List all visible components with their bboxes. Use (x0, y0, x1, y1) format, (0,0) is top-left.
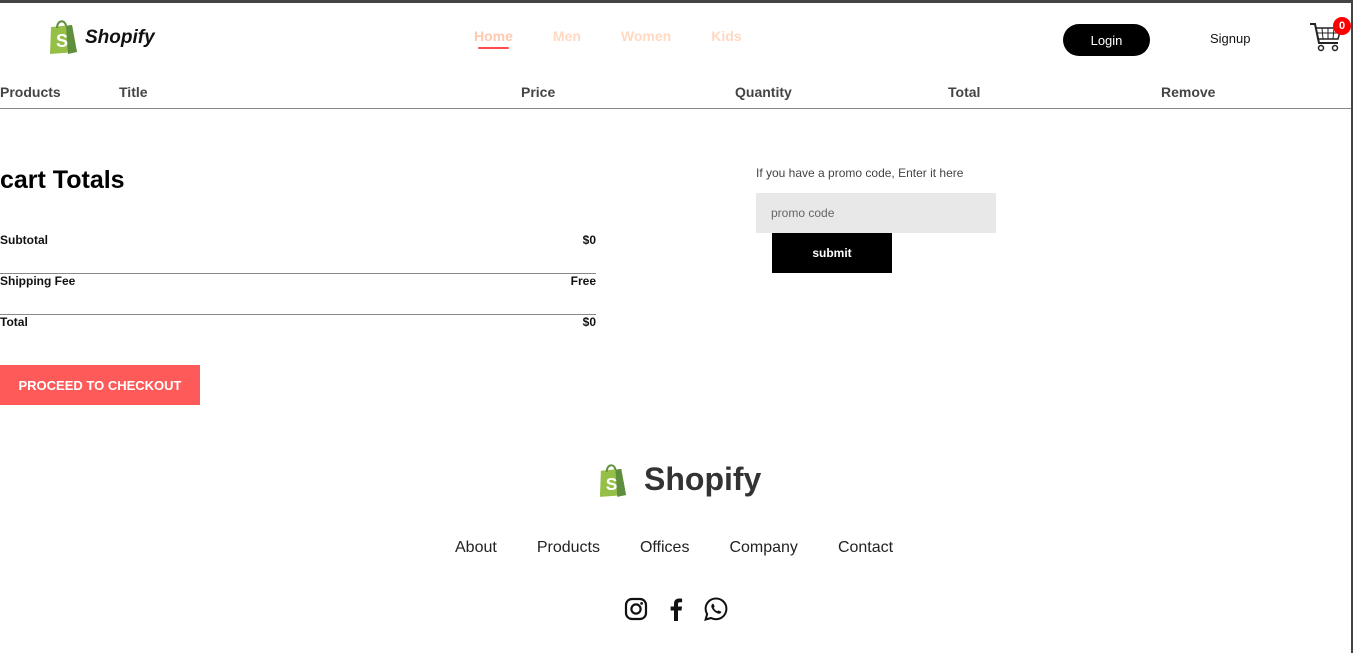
brand-name: Shopify (85, 26, 155, 48)
site-header: S Shopify Home Men Women Kids Login Sign… (0, 3, 1351, 73)
footer-link-company[interactable]: Company (729, 539, 797, 557)
footer-links: About Products Offices Company Contact (455, 539, 933, 557)
total-row: Total $0 (0, 315, 596, 356)
total-value: $0 (582, 315, 596, 329)
nav-home-label: Home (474, 28, 513, 44)
instagram-icon[interactable] (624, 597, 648, 621)
main-nav: Home Men Women Kids (474, 28, 782, 49)
brand-logo[interactable]: S Shopify (48, 18, 155, 55)
promo-code-input[interactable] (756, 193, 996, 233)
svg-text:S: S (606, 474, 618, 494)
shipping-label: Shipping Fee (0, 274, 76, 288)
footer-brand-name: Shopify (644, 461, 762, 497)
nav-women-label: Women (620, 28, 672, 44)
column-total: Total (948, 84, 981, 100)
shipping-value: Free (570, 274, 596, 288)
nav-kids-label: Kids (711, 28, 742, 44)
nav-kids[interactable]: Kids (711, 28, 741, 44)
footer-link-about[interactable]: About (455, 539, 497, 557)
subtotal-label: Subtotal (0, 233, 48, 247)
column-remove: Remove (1161, 84, 1216, 100)
facebook-icon[interactable] (664, 597, 688, 621)
subtotal-value: $0 (582, 233, 596, 247)
subtotal-row: Subtotal $0 (0, 233, 596, 274)
whatsapp-icon[interactable] (704, 597, 728, 621)
shopping-bag-icon: S (50, 20, 77, 54)
shipping-row: Shipping Fee Free (0, 274, 596, 315)
cart-totals-heading: cart Totals (0, 166, 125, 194)
nav-men[interactable]: Men (553, 28, 581, 44)
column-products: Products (0, 84, 61, 100)
cart-table-header: Products Title Price Quantity Total Remo… (0, 83, 1351, 109)
column-title: Title (119, 84, 148, 100)
login-button[interactable]: Login (1063, 24, 1150, 56)
total-label: Total (0, 315, 28, 329)
svg-text:S: S (56, 31, 68, 51)
shopping-bag-icon: S (599, 463, 627, 497)
footer-brand: S Shopify (598, 461, 761, 498)
footer-link-products[interactable]: Products (537, 539, 600, 557)
nav-men-label: Men (552, 28, 581, 44)
nav-active-indicator (478, 47, 509, 49)
promo-label: If you have a promo code, Enter it here (756, 166, 964, 180)
column-quantity: Quantity (735, 84, 792, 100)
promo-submit-button[interactable]: submit (772, 233, 892, 273)
footer-link-offices[interactable]: Offices (640, 539, 690, 557)
signup-link[interactable]: Signup (1210, 31, 1250, 46)
proceed-to-checkout-button[interactable]: PROCEED TO CHECKOUT (0, 365, 200, 405)
footer-link-contact[interactable]: Contact (838, 539, 893, 557)
cart-count-badge: 0 (1333, 17, 1351, 35)
nav-women[interactable]: Women (621, 28, 671, 44)
column-price: Price (521, 84, 556, 100)
nav-home[interactable]: Home (474, 28, 513, 49)
social-links (624, 597, 744, 621)
